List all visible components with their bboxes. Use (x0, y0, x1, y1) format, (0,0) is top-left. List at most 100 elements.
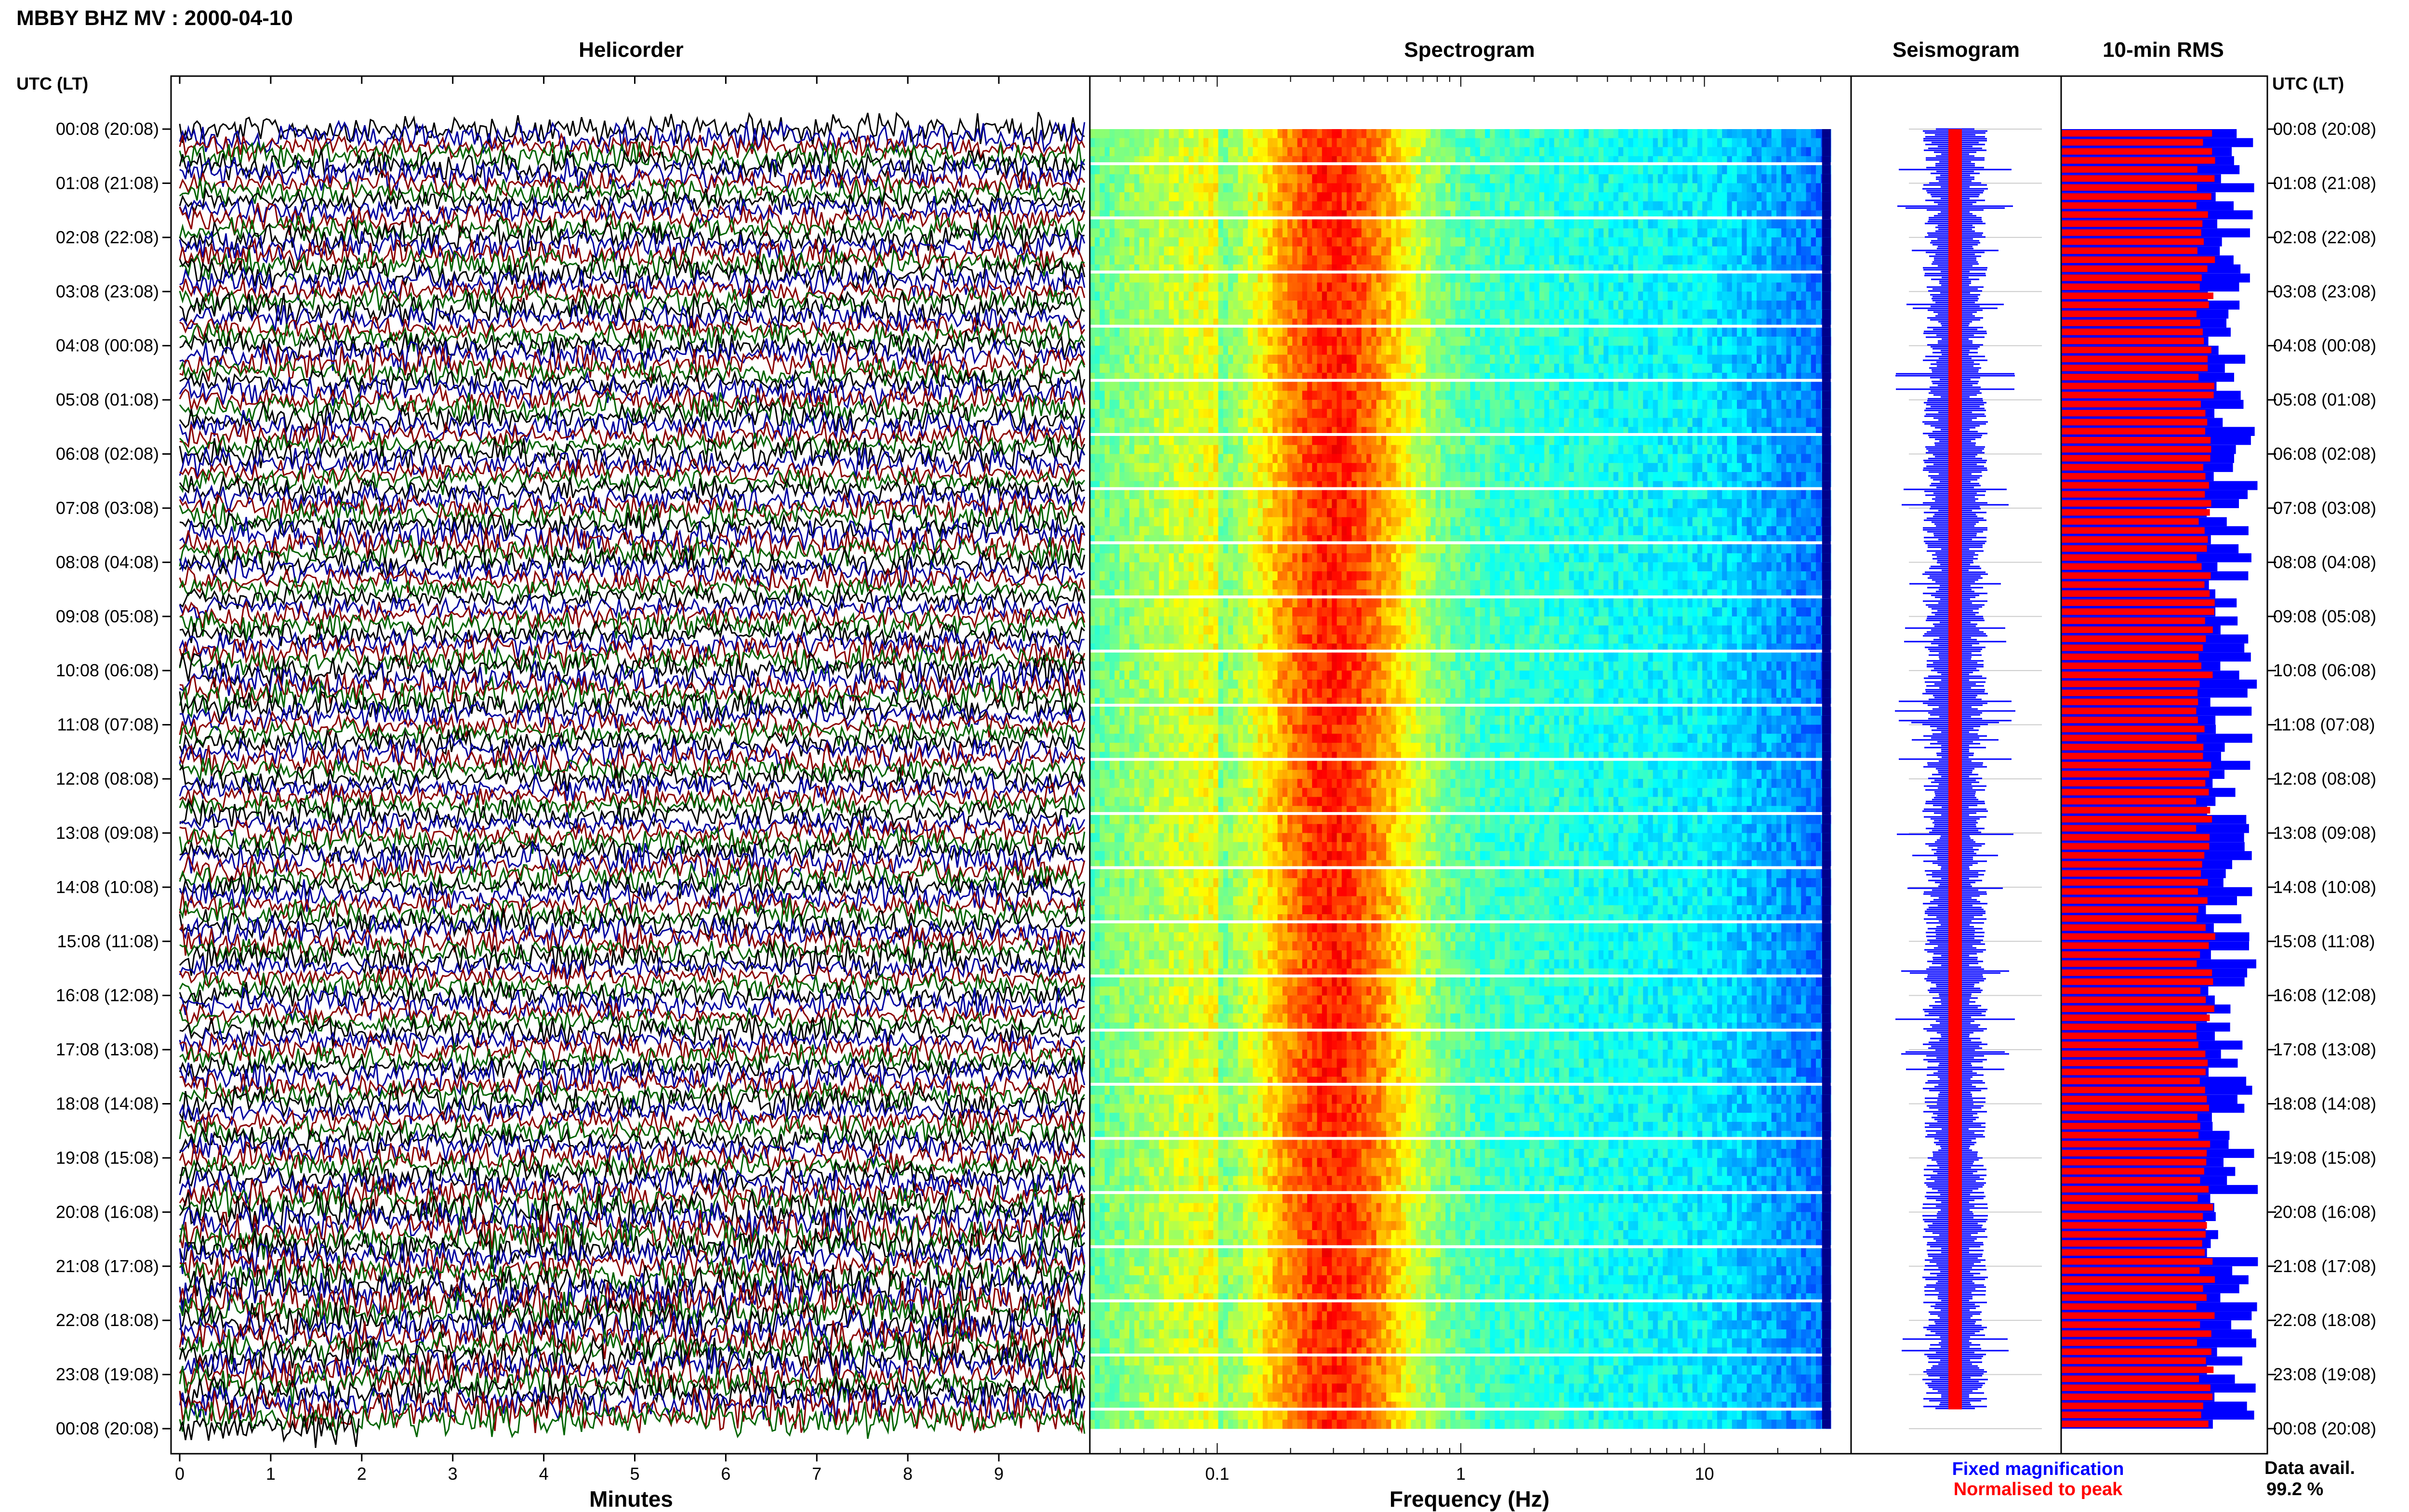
spectrogram-cell (1544, 129, 1550, 139)
spectrogram-cell (1796, 318, 1802, 325)
spectrogram-cell (1519, 255, 1525, 265)
spectrogram-cell (1095, 291, 1100, 301)
spectrogram-cell (1317, 201, 1323, 211)
spectrogram-cell (1450, 228, 1456, 238)
spectrogram-cell (1282, 201, 1288, 211)
spectrogram-cell (1430, 129, 1436, 139)
spectrogram-cell (1420, 228, 1426, 238)
spectrogram-cell (1119, 228, 1125, 238)
spectrogram-cell (1440, 237, 1446, 247)
spectrogram-cell (1653, 183, 1658, 193)
spectrogram-cell (1193, 210, 1199, 217)
spectrogram-cell (1598, 183, 1604, 193)
spectrogram-cell (1549, 174, 1555, 184)
spectrogram-cell (1164, 273, 1169, 283)
spectrogram-cell (1623, 309, 1629, 319)
spectrogram-cell (1445, 301, 1451, 310)
spectrogram-cell (1623, 273, 1629, 283)
spectrogram-cell (1534, 364, 1540, 373)
spectrogram-cell (1183, 138, 1189, 147)
spectrogram-cell (1426, 391, 1431, 400)
spectrogram-cell (1129, 381, 1135, 391)
spectrogram-cell (1569, 328, 1575, 337)
spectrogram-cell (1584, 291, 1589, 301)
spectrogram-cell (1347, 255, 1352, 265)
spectrogram-cell (1687, 372, 1693, 379)
spectrogram-cell (1499, 301, 1505, 310)
spectrogram-cell (1811, 165, 1816, 175)
spectrogram-cell (1144, 400, 1150, 409)
spectrogram-cell (1732, 328, 1737, 337)
spectrogram-cell (1648, 183, 1654, 193)
spectrogram-cell (1505, 355, 1510, 364)
spectrogram-cell (1564, 165, 1570, 175)
spectrogram-cell (1613, 364, 1619, 373)
spectrogram-cell (1169, 273, 1175, 283)
spectrogram-cell (1549, 345, 1555, 355)
spectrogram-cell (1376, 246, 1382, 256)
spectrogram-cell (1297, 129, 1303, 139)
spectrogram-cell (1638, 345, 1643, 355)
spectrogram-cell (1268, 210, 1273, 217)
spectrogram-cell (1268, 345, 1273, 355)
spectrogram-cell-edge (1822, 300, 1831, 310)
spectrogram-cell (1272, 391, 1278, 400)
spectrogram-cell (1401, 138, 1406, 147)
spectrogram-cell (1099, 147, 1105, 157)
spectrogram-cell (1766, 174, 1772, 184)
spectrogram-cell (1791, 391, 1797, 400)
spectrogram-cell (1371, 408, 1377, 418)
spectrogram-cell (1633, 318, 1639, 325)
spectrogram-cell (1257, 355, 1263, 364)
spectrogram-cell (1766, 408, 1772, 418)
spectrogram-cell (1297, 400, 1303, 409)
spectrogram-cell (1257, 400, 1263, 409)
spectrogram-cell (1198, 147, 1204, 157)
spectrogram-cell (1095, 174, 1100, 184)
spectrogram-cell (1183, 408, 1189, 418)
spectrogram-cell (1287, 165, 1293, 175)
spectrogram-cell (1796, 138, 1802, 147)
spectrogram-cell (1416, 156, 1421, 162)
spectrogram-cell (1643, 301, 1649, 310)
spectrogram-cell (1386, 372, 1392, 379)
spectrogram-cell (1771, 129, 1777, 139)
spectrogram-cell (1574, 147, 1579, 157)
spectrogram-cell (1534, 291, 1540, 301)
spectrogram-cell (1544, 273, 1550, 283)
spectrogram-cell (1159, 165, 1165, 175)
spectrogram-cell (1223, 237, 1229, 247)
spectrogram-cell (1480, 291, 1485, 301)
spectrogram-cell (1816, 201, 1822, 211)
spectrogram-cell (1149, 418, 1155, 427)
spectrogram-cell (1223, 183, 1229, 193)
spectrogram-cell (1238, 147, 1244, 157)
spectrogram-cell (1213, 355, 1219, 364)
spectrogram-cell (1420, 291, 1426, 301)
spectrogram-cell (1742, 210, 1747, 217)
spectrogram-cell (1737, 372, 1743, 379)
spectrogram-cell (1228, 183, 1234, 193)
spectrogram-cell (1322, 174, 1327, 184)
spectrogram-cell (1307, 364, 1313, 373)
spectrogram-cell (1509, 328, 1515, 337)
spectrogram-cell (1312, 201, 1318, 211)
spectrogram-cell (1445, 309, 1451, 319)
spectrogram-cell (1603, 400, 1609, 409)
spectrogram-cell (1257, 183, 1263, 193)
spectrogram-cell (1223, 318, 1229, 325)
spectrogram-cell (1485, 210, 1491, 217)
spectrogram-cell (1292, 355, 1298, 364)
spectrogram-cell (1578, 165, 1584, 175)
spectrogram-cell (1361, 138, 1367, 147)
spectrogram-cell (1376, 237, 1382, 247)
spectrogram-cell (1737, 129, 1743, 139)
spectrogram-cell (1584, 165, 1589, 175)
spectrogram-cell (1337, 328, 1342, 337)
spectrogram-cell (1257, 391, 1263, 400)
spectrogram-cell (1351, 255, 1357, 265)
spectrogram-cell (1475, 210, 1481, 217)
spectrogram-cell (1781, 138, 1787, 147)
spectrogram-cell (1332, 408, 1337, 418)
spectrogram-cell (1420, 165, 1426, 175)
